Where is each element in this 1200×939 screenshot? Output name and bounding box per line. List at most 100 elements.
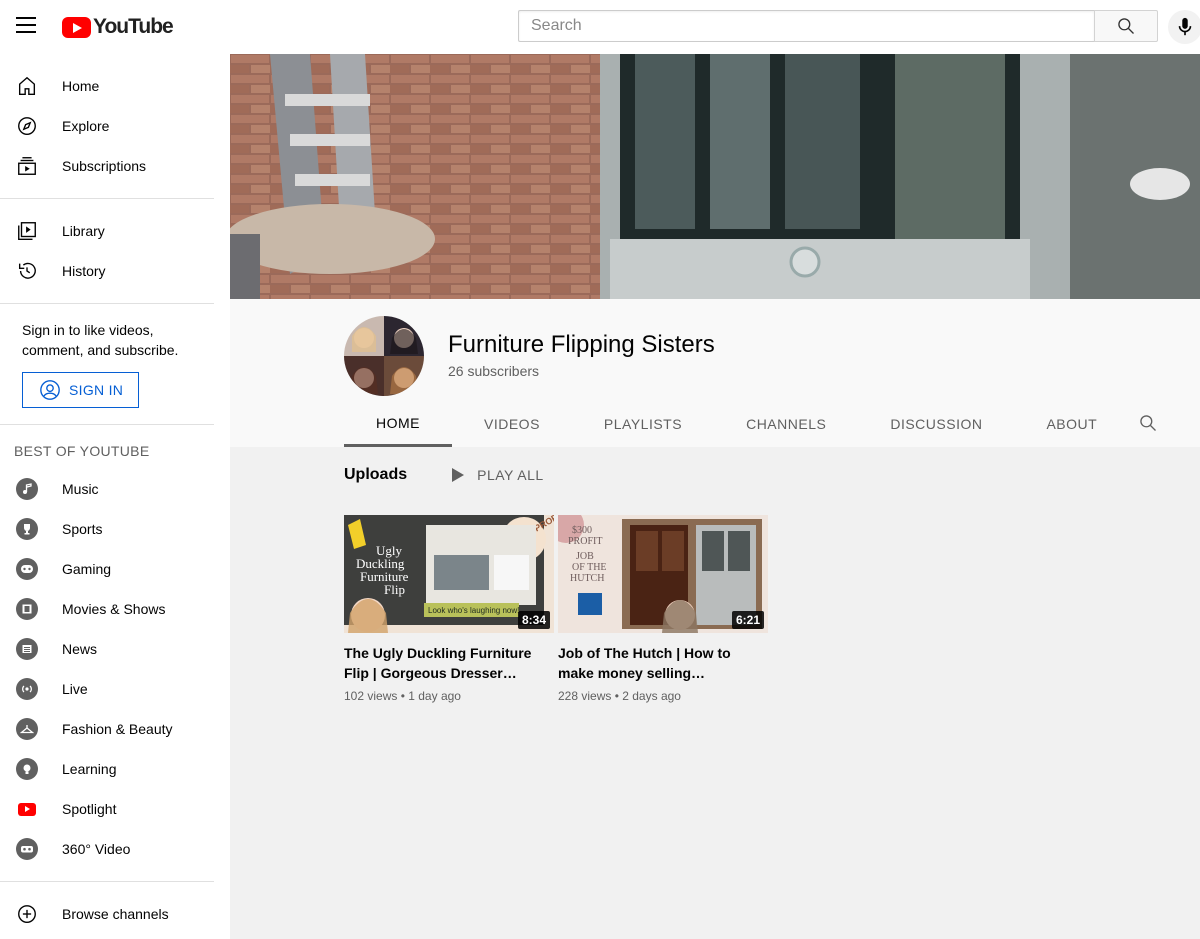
sidebar-item-label: Music xyxy=(62,481,99,497)
live-icon xyxy=(16,678,38,700)
sidebar-item-movies-shows[interactable]: Movies & Shows xyxy=(0,589,214,629)
video-thumbnail[interactable]: $300 PROFIT JOB OF THE HUTCH 6:21 xyxy=(558,515,768,633)
avatar-image xyxy=(344,316,424,396)
channel-avatar[interactable] xyxy=(344,316,424,396)
video-age: 1 day ago xyxy=(408,689,461,703)
sidebar-item-label: Browse channels xyxy=(62,906,169,922)
video-title[interactable]: Job of The Hutch | How to make money sel… xyxy=(558,643,768,683)
divider xyxy=(0,881,214,882)
sidebar-item-fashion-beauty[interactable]: Fashion & Beauty xyxy=(0,709,214,749)
video-card[interactable]: $250 PROFIT Look who's laughing now! Ugl… xyxy=(344,515,554,703)
logo-text: YouTube xyxy=(93,15,174,38)
signin-prompt: Sign in to like videos, comment, and sub… xyxy=(0,316,230,412)
hamburger-menu-icon[interactable] xyxy=(16,17,36,37)
search-icon xyxy=(1118,18,1134,34)
play-all-label: PLAY ALL xyxy=(477,467,544,483)
play-all-button[interactable]: PLAY ALL xyxy=(451,467,544,483)
sidebar-item-label: Movies & Shows xyxy=(62,601,166,617)
sidebar-item-label: Library xyxy=(62,223,105,239)
channel-header: Furniture Flipping Sisters 26 subscriber… xyxy=(230,299,1200,447)
sidebar-item-news[interactable]: News xyxy=(0,629,214,669)
sidebar-item-label: Live xyxy=(62,681,88,697)
youtube-logo[interactable]: YouTube xyxy=(62,15,174,39)
account-icon xyxy=(40,380,60,400)
search-bar xyxy=(518,10,1158,42)
uploads-title[interactable]: Uploads xyxy=(344,466,407,484)
top-bar: YouTube xyxy=(0,0,1200,54)
uploads-header: Uploads PLAY ALL xyxy=(344,466,544,484)
sidebar-item-label: Subscriptions xyxy=(62,158,147,174)
sidebar-item-sports[interactable]: Sports xyxy=(0,509,214,549)
sidebar-item-home[interactable]: Home xyxy=(0,66,214,106)
sidebar-item-label: News xyxy=(62,641,98,657)
sign-in-button[interactable]: SIGN IN xyxy=(22,372,139,408)
sidebar-item-music[interactable]: Music xyxy=(0,469,214,509)
tab-videos[interactable]: VIDEOS xyxy=(452,401,572,447)
video-thumbnail[interactable]: $250 PROFIT Look who's laughing now! Ugl… xyxy=(344,515,554,633)
search-input[interactable] xyxy=(518,10,1094,42)
tab-channels[interactable]: CHANNELS xyxy=(714,401,858,447)
compass-icon xyxy=(16,115,38,137)
gamepad-icon xyxy=(16,558,38,580)
add-circle-icon xyxy=(16,903,38,925)
search-icon xyxy=(1140,415,1156,431)
signin-text: Sign in to like videos, comment, and sub… xyxy=(22,322,179,358)
sidebar-item-learning[interactable]: Learning xyxy=(0,749,214,789)
sidebar: Home Explore Subscriptions Library Histo… xyxy=(0,54,230,939)
voice-search-button[interactable] xyxy=(1168,10,1200,44)
divider xyxy=(0,424,214,425)
svg-text:OF THE: OF THE xyxy=(572,562,607,573)
youtube-icon xyxy=(16,798,38,820)
channel-search-button[interactable] xyxy=(1138,413,1158,438)
sidebar-item-label: Explore xyxy=(62,118,110,134)
library-icon xyxy=(16,220,38,242)
tab-home[interactable]: HOME xyxy=(344,401,452,447)
sidebar-item-label: Learning xyxy=(62,761,117,777)
subscriptions-icon xyxy=(16,155,38,177)
video-title[interactable]: The Ugly Duckling Furniture Flip | Gorge… xyxy=(344,643,554,683)
sidebar-item-browse-channels[interactable]: Browse channels xyxy=(0,894,214,934)
tab-about[interactable]: ABOUT xyxy=(1014,401,1129,447)
video-age: 2 days ago xyxy=(622,689,681,703)
youtube-play-icon xyxy=(62,16,91,38)
banner-image xyxy=(230,54,1200,299)
sidebar-item-history[interactable]: History xyxy=(0,251,214,291)
tab-discussion[interactable]: DISCUSSION xyxy=(858,401,1014,447)
sidebar-item-explore[interactable]: Explore xyxy=(0,106,214,146)
sidebar-item-gaming[interactable]: Gaming xyxy=(0,549,214,589)
svg-text:$300: $300 xyxy=(572,525,592,536)
divider xyxy=(0,303,214,304)
history-icon xyxy=(16,260,38,282)
search-button[interactable] xyxy=(1094,10,1158,42)
sidebar-item-spotlight[interactable]: Spotlight xyxy=(0,789,214,829)
video-meta: 228 views • 2 days ago xyxy=(558,689,681,703)
channel-tabs: HOME VIDEOS PLAYLISTS CHANNELS DISCUSSIO… xyxy=(344,401,1129,447)
sidebar-item-subscriptions[interactable]: Subscriptions xyxy=(0,146,214,186)
video-views: 102 views xyxy=(344,689,398,703)
sidebar-item-label: Sports xyxy=(62,521,103,537)
sidebar-item-label: Spotlight xyxy=(62,801,117,817)
sidebar-item-label: Home xyxy=(62,78,100,94)
film-icon xyxy=(16,598,38,620)
svg-text:PROFIT: PROFIT xyxy=(568,536,602,547)
divider xyxy=(0,198,214,199)
video-views: 228 views xyxy=(558,689,612,703)
sidebar-item-library[interactable]: Library xyxy=(0,211,214,251)
vr-icon xyxy=(16,838,38,860)
sidebar-item-label: 360° Video xyxy=(62,841,131,857)
microphone-icon xyxy=(1178,17,1192,36)
video-meta: 102 views • 1 day ago xyxy=(344,689,461,703)
svg-text:HUTCH: HUTCH xyxy=(570,573,604,584)
newspaper-icon xyxy=(16,638,38,660)
music-icon xyxy=(16,478,38,500)
sidebar-item-label: History xyxy=(62,263,106,279)
video-card[interactable]: $300 PROFIT JOB OF THE HUTCH 6:21 Job of… xyxy=(558,515,768,703)
video-duration: 6:21 xyxy=(731,611,764,629)
video-duration: 8:34 xyxy=(517,611,550,629)
home-icon xyxy=(16,75,38,97)
sidebar-item-360-video[interactable]: 360° Video xyxy=(0,829,214,869)
lightbulb-icon xyxy=(16,758,38,780)
svg-text:Flip: Flip xyxy=(384,582,405,597)
sidebar-item-live[interactable]: Live xyxy=(0,669,214,709)
tab-playlists[interactable]: PLAYLISTS xyxy=(572,401,714,447)
